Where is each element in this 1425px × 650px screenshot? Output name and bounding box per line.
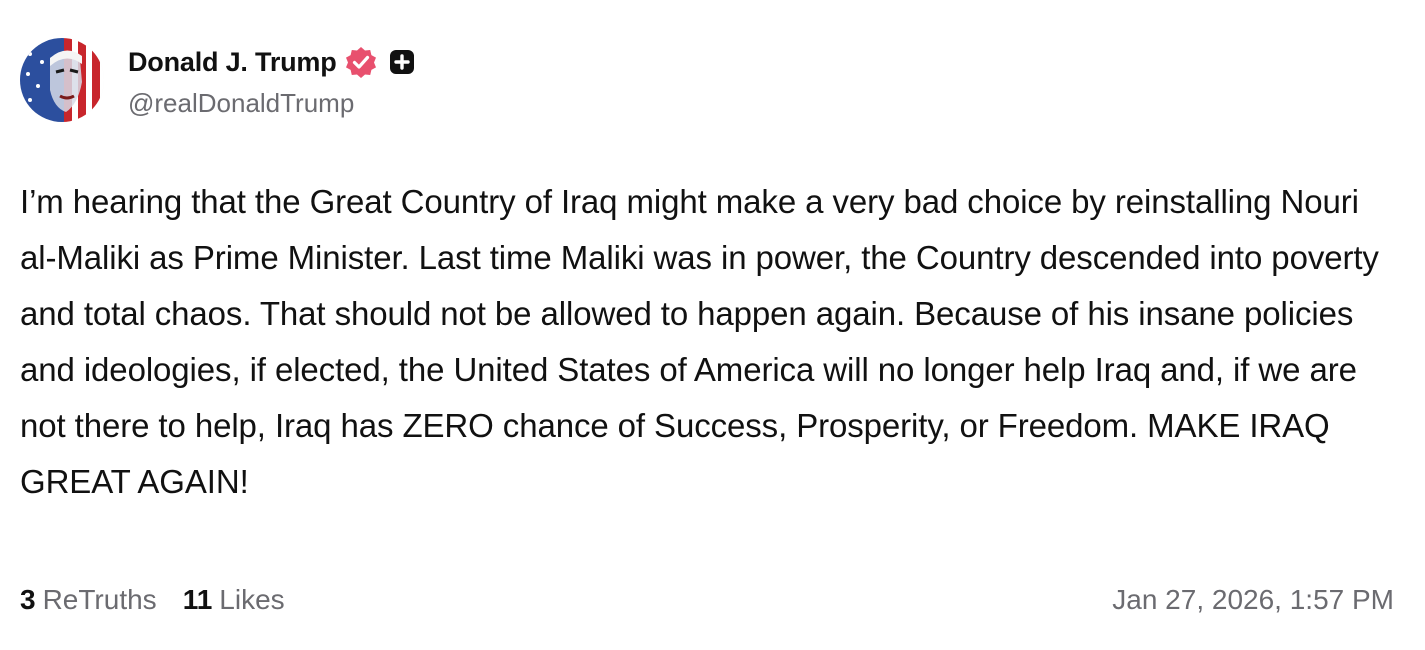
retruths-label: ReTruths [42, 584, 157, 615]
likes-count: 11 [182, 584, 213, 615]
author-display-name[interactable]: Donald J. Trump [128, 47, 337, 78]
retruths-count: 3 [20, 584, 36, 615]
post-timestamp[interactable]: Jan 27, 2026, 1:57 PM [1112, 584, 1394, 616]
likes-stat[interactable]: 11 Likes [183, 584, 285, 616]
author-handle[interactable]: @realDonaldTrump [128, 88, 415, 119]
post-body-text: I’m hearing that the Great Country of Ir… [20, 183, 1379, 500]
post-footer: 3 ReTruths 11 Likes Jan 27, 2026, 1:57 P… [20, 584, 1394, 616]
post-card: Donald J. Trump @realDonaldTrump I’m hea… [0, 0, 1425, 650]
verified-badge-icon [345, 46, 377, 78]
likes-label: Likes [219, 584, 285, 615]
author-identity: Donald J. Trump @realDonaldTrump [128, 44, 415, 119]
retruths-stat[interactable]: 3 ReTruths [20, 584, 157, 616]
post-header: Donald J. Trump @realDonaldTrump [20, 38, 415, 122]
avatar-image [20, 38, 104, 122]
author-name-row: Donald J. Trump [128, 44, 415, 80]
plus-square-icon[interactable] [389, 49, 415, 75]
post-stats: 3 ReTruths 11 Likes [20, 584, 311, 616]
avatar[interactable] [20, 38, 104, 122]
